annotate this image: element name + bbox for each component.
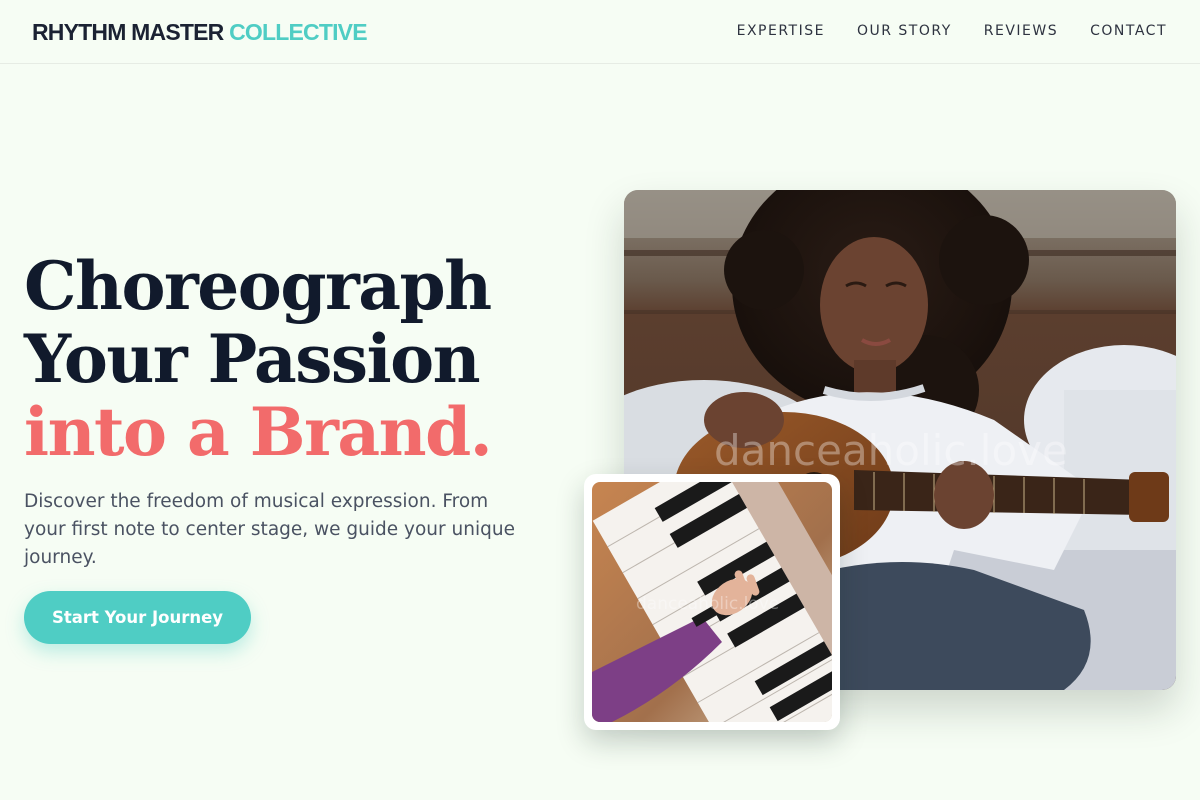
brand-name-accent: COLLECTIVE xyxy=(229,19,367,45)
nav-link-contact[interactable]: CONTACT xyxy=(1090,22,1167,40)
hero-subtitle: Discover the freedom of musical expressi… xyxy=(24,491,515,568)
headline-line-1: Choreograph xyxy=(24,247,492,325)
nav-link-expertise[interactable]: EXPERTISE xyxy=(737,22,825,40)
start-journey-button[interactable]: Start Your Journey xyxy=(24,591,251,644)
brand-name-primary: RHYTHM MASTER xyxy=(32,19,224,45)
headline-accent-line: into a Brand. xyxy=(24,393,493,471)
brand-logo[interactable]: RHYTHM MASTER COLLECTIVE xyxy=(32,18,368,46)
headline-line-2: Your Passion xyxy=(24,320,481,398)
hero-headline: Choreograph Your Passion into a Brand. xyxy=(24,250,584,469)
site-header: RHYTHM MASTER COLLECTIVE EXPERTISE OUR S… xyxy=(0,0,1200,64)
piano-photo: danceaholic.love xyxy=(592,482,832,722)
nav-link-reviews[interactable]: REVIEWS xyxy=(984,22,1058,40)
nav-link-our-story[interactable]: OUR STORY xyxy=(857,22,952,40)
piano-photo-card: danceaholic.love xyxy=(584,474,840,730)
main-nav: EXPERTISE OUR STORY REVIEWS CONTACT xyxy=(737,22,1167,40)
